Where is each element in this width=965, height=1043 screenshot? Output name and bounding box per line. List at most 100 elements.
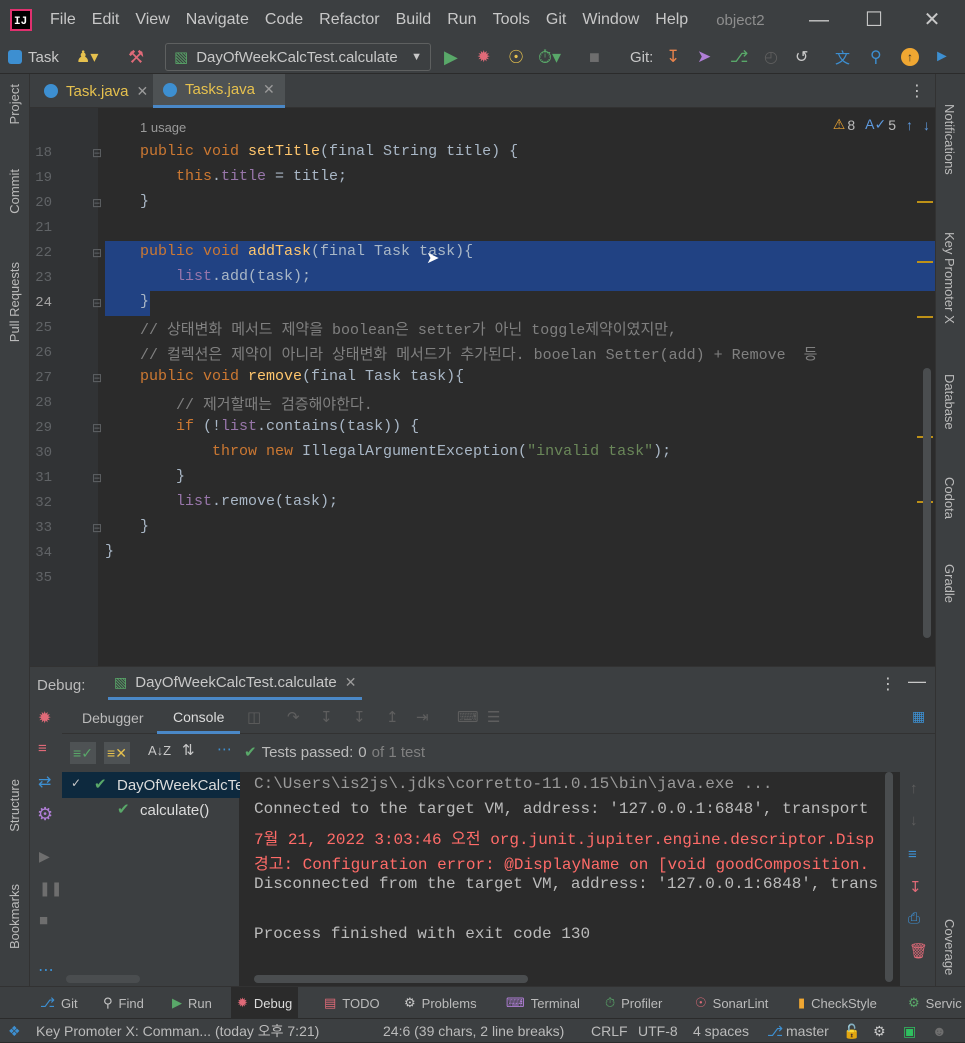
bookmarks-tool-button[interactable]: Bookmarks bbox=[7, 884, 22, 949]
step-over-icon[interactable]: ↷ bbox=[287, 708, 300, 726]
scroll-up-icon[interactable]: ↑ bbox=[910, 780, 918, 797]
tool-find[interactable]: ⚲ Find bbox=[97, 987, 150, 1019]
key-promoter-tool-button[interactable]: Key Promoter X bbox=[942, 232, 957, 324]
fold-icon[interactable]: ⊟ bbox=[92, 521, 102, 535]
run-configuration-select[interactable]: ▧ DayOfWeekCalcTest.calculate ▼ bbox=[165, 43, 431, 71]
rerun-debug-icon[interactable]: ✹ bbox=[38, 708, 51, 728]
line-separator[interactable]: CRLF bbox=[591, 1019, 628, 1043]
rollback-icon[interactable]: ↺ bbox=[795, 40, 808, 74]
debug-bug-icon[interactable]: ✹ bbox=[477, 40, 490, 74]
toggle-auto-test-icon[interactable]: ⇄ bbox=[38, 772, 51, 792]
tool-profiler[interactable]: ⏱ Profiler bbox=[599, 987, 668, 1019]
console-v-scrollbar[interactable] bbox=[885, 772, 893, 982]
fold-icon[interactable]: ⊟ bbox=[92, 421, 102, 435]
search-icon[interactable]: ⚲ bbox=[870, 40, 882, 74]
codota-icon[interactable]: ▣ bbox=[903, 1019, 916, 1043]
menu-tools[interactable]: Tools bbox=[485, 0, 538, 40]
scroll-down-icon[interactable]: ↓ bbox=[910, 812, 918, 829]
fold-icon[interactable]: ⊟ bbox=[92, 371, 102, 385]
tab-tasks-java[interactable]: Tasks.java ✕ bbox=[153, 74, 285, 108]
menu-help[interactable]: Help bbox=[647, 0, 696, 40]
run-to-cursor-icon[interactable]: ⇥ bbox=[416, 708, 429, 726]
tool-run[interactable]: ▶ Run bbox=[166, 987, 218, 1019]
git-branch-icon[interactable]: ⎇ bbox=[730, 40, 748, 74]
clear-all-icon[interactable]: 🗑 bbox=[909, 942, 928, 960]
maximize-icon[interactable]: ☐ bbox=[845, 0, 903, 40]
fold-icon[interactable]: ⊟ bbox=[92, 246, 102, 260]
close-tab-icon[interactable]: ✕ bbox=[345, 674, 357, 691]
tab-console[interactable]: Console bbox=[157, 702, 241, 734]
structure-tool-button[interactable]: Structure bbox=[7, 779, 22, 832]
tree-child-label[interactable]: calculate() bbox=[140, 802, 209, 819]
sort-alphabetically-icon[interactable]: A↓Z bbox=[148, 743, 171, 758]
code-editor[interactable]: 18 19 20 21 22 23 24 25 26 27 28 29 30 3… bbox=[30, 108, 935, 666]
git-update-icon[interactable]: ↧ bbox=[666, 40, 680, 74]
more-icon[interactable]: ⋯ bbox=[217, 740, 232, 758]
menu-window[interactable]: Window bbox=[574, 0, 647, 40]
database-tool-button[interactable]: Database bbox=[942, 374, 957, 430]
build-hammer-icon[interactable]: ⚒ bbox=[128, 40, 144, 74]
more-options-icon[interactable]: ⋮ bbox=[880, 674, 896, 694]
git-branch[interactable]: master bbox=[786, 1019, 829, 1043]
update-available-icon[interactable]: ↑ bbox=[901, 40, 919, 74]
gradle-tool-button[interactable]: Gradle bbox=[942, 564, 957, 603]
fold-icon[interactable]: ⊟ bbox=[92, 471, 102, 485]
git-push-icon[interactable]: ➤ bbox=[697, 40, 711, 74]
inspection-widget[interactable]: ⚠ 8 A✓ 5 ↑ ↓ bbox=[833, 116, 930, 133]
menu-build[interactable]: Build bbox=[388, 0, 440, 40]
close-tab-icon[interactable]: ✕ bbox=[137, 83, 149, 100]
codota-tool-button[interactable]: Codota bbox=[942, 477, 957, 519]
tool-problems[interactable]: ⚙ Problems bbox=[398, 987, 483, 1019]
tool-debug[interactable]: ✹ Debug bbox=[231, 987, 299, 1019]
translate-icon[interactable]: 文 bbox=[835, 40, 850, 74]
close-window-icon[interactable]: ✕ bbox=[903, 0, 961, 40]
debug-session-tab[interactable]: ▧ DayOfWeekCalcTest.calculate ✕ bbox=[108, 667, 363, 700]
warning-marker[interactable] bbox=[917, 316, 933, 318]
show-ignored-icon[interactable]: ≡✕ bbox=[104, 742, 130, 764]
menu-git[interactable]: Git bbox=[538, 0, 574, 40]
next-highlight-icon[interactable]: ↓ bbox=[923, 117, 930, 133]
fold-icon[interactable]: ⊟ bbox=[92, 196, 102, 210]
resume-icon[interactable]: ▶ bbox=[39, 848, 50, 865]
force-step-into-icon[interactable]: ↧ bbox=[353, 708, 366, 726]
soft-wrap-icon[interactable]: ≡ bbox=[908, 846, 917, 863]
menu-code[interactable]: Code bbox=[257, 0, 311, 40]
tool-todo[interactable]: ▤ TODO bbox=[318, 987, 386, 1019]
chevron-down-icon[interactable]: ✓ bbox=[71, 776, 81, 790]
history-icon[interactable]: ◴ bbox=[764, 40, 778, 74]
lock-icon[interactable]: 🔓 bbox=[843, 1019, 860, 1043]
run-coverage-icon[interactable]: ☉ bbox=[508, 40, 524, 74]
menu-view[interactable]: View bbox=[127, 0, 177, 40]
task-selector[interactable]: Task bbox=[8, 40, 59, 74]
sort-by-duration-icon[interactable]: ⇅ bbox=[182, 741, 195, 759]
console-output[interactable]: C:\Users\is2js\.jdks\corretto-11.0.15\bi… bbox=[240, 772, 900, 986]
notifications-tool-button[interactable]: Notifications bbox=[942, 104, 957, 175]
jetbrains-toolbox-icon[interactable]: ► bbox=[934, 40, 950, 74]
menu-file[interactable]: File bbox=[42, 0, 84, 40]
caret-position[interactable]: 24:6 (39 chars, 2 line breaks) bbox=[383, 1019, 564, 1043]
status-message[interactable]: Key Promoter X: Comman... (today 오후 7:21… bbox=[36, 1019, 319, 1043]
console-h-scrollbar[interactable] bbox=[254, 975, 528, 983]
menu-navigate[interactable]: Navigate bbox=[178, 0, 257, 40]
indent-setting[interactable]: 4 spaces bbox=[693, 1019, 749, 1043]
tool-sonarlint[interactable]: ☉ SonarLint bbox=[689, 987, 774, 1019]
file-encoding[interactable]: UTF-8 bbox=[638, 1019, 678, 1043]
minimize-icon[interactable]: — bbox=[790, 0, 848, 40]
step-into-icon[interactable]: ↧ bbox=[320, 708, 333, 726]
menu-edit[interactable]: Edit bbox=[84, 0, 128, 40]
editor-scrollbar[interactable] bbox=[923, 368, 931, 638]
tab-task-java[interactable]: Task.java ✕ bbox=[34, 74, 158, 108]
step-out-icon[interactable]: ↥ bbox=[386, 708, 399, 726]
users-icon[interactable]: ♟▾ bbox=[76, 40, 98, 74]
pause-icon[interactable]: ❚❚ bbox=[39, 880, 62, 897]
warning-marker[interactable] bbox=[917, 201, 933, 203]
show-passed-icon[interactable]: ≡✓ bbox=[70, 742, 96, 764]
fold-icon[interactable]: ⊟ bbox=[92, 146, 102, 160]
tool-terminal[interactable]: ⌨ Terminal bbox=[500, 987, 586, 1019]
restore-layout-icon[interactable]: ◫ bbox=[247, 708, 261, 726]
event-icon[interactable]: ❖ bbox=[8, 1019, 21, 1043]
fold-icon[interactable]: ⊟ bbox=[92, 296, 102, 310]
coverage-tool-button[interactable]: Coverage bbox=[942, 919, 957, 975]
stop-icon[interactable]: ■ bbox=[589, 40, 600, 74]
tool-git[interactable]: ⎇ Git bbox=[34, 987, 84, 1019]
